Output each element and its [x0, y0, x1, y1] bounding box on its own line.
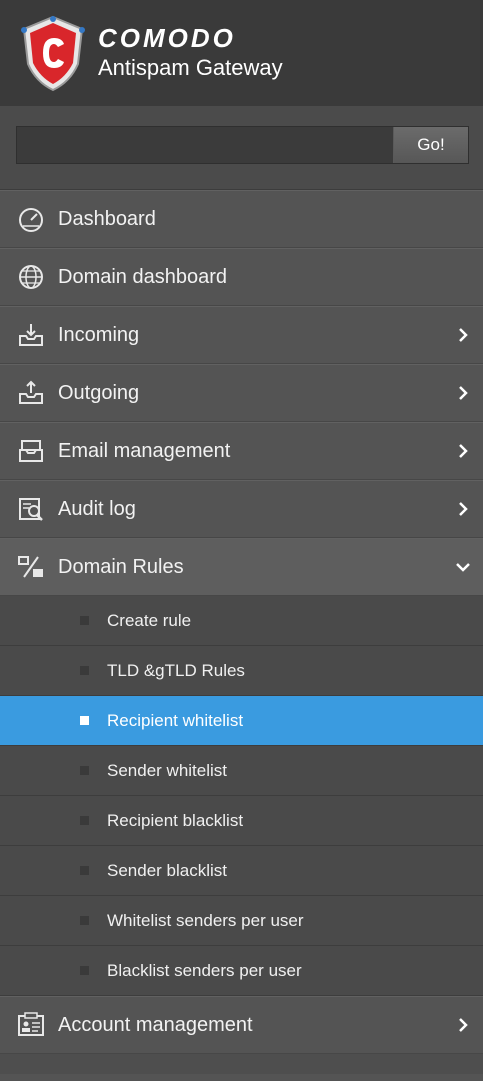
- bullet-icon: [80, 766, 89, 775]
- submenu-label: Create rule: [107, 610, 192, 630]
- menu-label: Domain Rules: [58, 555, 184, 578]
- chevron-right-icon: [459, 502, 468, 516]
- submenu-item-sender-whitelist[interactable]: Sender whitelist: [0, 746, 483, 796]
- submenu-item-recipient-blacklist[interactable]: Recipient blacklist: [0, 796, 483, 846]
- id-card-icon: [14, 1011, 48, 1039]
- bullet-icon: [80, 966, 89, 975]
- submenu-label: Recipient whitelist: [107, 710, 244, 730]
- submenu-label: TLD &gTLD Rules: [107, 660, 245, 680]
- email-tray-icon: [14, 437, 48, 465]
- search-row: Go!: [16, 126, 469, 164]
- menu-label: Email management: [58, 439, 231, 462]
- bullet-icon: [80, 716, 89, 725]
- sidebar-bottom: [0, 1054, 483, 1074]
- menu-item-email-management[interactable]: Email management: [0, 422, 483, 480]
- chevron-right-icon: [459, 328, 468, 342]
- percent-rules-icon: [14, 553, 48, 581]
- comodo-logo-icon: [21, 15, 85, 92]
- submenu-label: Sender whitelist: [107, 760, 228, 780]
- menu-label: Domain dashboard: [58, 265, 227, 288]
- submenu-item-whitelist-per-user[interactable]: Whitelist senders per user: [0, 896, 483, 946]
- submenu-label: Whitelist senders per user: [107, 910, 304, 930]
- menu-item-incoming[interactable]: Incoming: [0, 306, 483, 364]
- go-button[interactable]: Go!: [393, 127, 468, 163]
- menu-label: Outgoing: [58, 381, 140, 404]
- submenu-item-sender-blacklist[interactable]: Sender blacklist: [0, 846, 483, 896]
- chevron-right-icon: [459, 444, 468, 458]
- audit-search-icon: [14, 495, 48, 523]
- menu-label: Incoming: [58, 323, 140, 346]
- menu-item-audit-log[interactable]: Audit log: [0, 480, 483, 538]
- inbox-download-icon: [14, 321, 48, 349]
- domain-rules-submenu: Create rule TLD &gTLD Rules Recipient wh…: [0, 596, 483, 996]
- menu-label: Audit log: [58, 497, 136, 520]
- submenu-label: Sender blacklist: [107, 860, 228, 880]
- search-input[interactable]: [17, 127, 393, 163]
- submenu-item-create-rule[interactable]: Create rule: [0, 596, 483, 646]
- menu-item-dashboard[interactable]: Dashboard: [0, 190, 483, 248]
- menu-item-domain-dashboard[interactable]: Domain dashboard: [0, 248, 483, 306]
- app-header: COMODO Antispam Gateway: [0, 0, 483, 106]
- submenu-item-blacklist-per-user[interactable]: Blacklist senders per user: [0, 946, 483, 996]
- chevron-right-icon: [459, 386, 468, 400]
- menu-item-domain-rules[interactable]: Domain Rules: [0, 538, 483, 596]
- brand-name: COMODO: [98, 23, 236, 53]
- bullet-icon: [80, 866, 89, 875]
- menu-label: Account management: [58, 1013, 253, 1036]
- search-bar: Go!: [0, 106, 483, 190]
- brand-block: COMODO Antispam Gateway: [98, 23, 283, 83]
- submenu-item-recipient-whitelist[interactable]: Recipient whitelist: [0, 696, 483, 746]
- chevron-right-icon: [459, 1018, 468, 1032]
- menu-item-outgoing[interactable]: Outgoing: [0, 364, 483, 422]
- bullet-icon: [80, 916, 89, 925]
- submenu-label: Recipient blacklist: [107, 810, 244, 830]
- bullet-icon: [80, 816, 89, 825]
- menu-item-account-management[interactable]: Account management: [0, 996, 483, 1054]
- chevron-down-icon: [456, 563, 470, 572]
- product-name: Antispam Gateway: [98, 55, 283, 80]
- bullet-icon: [80, 616, 89, 625]
- submenu-label: Blacklist senders per user: [107, 960, 302, 980]
- submenu-item-tld-rules[interactable]: TLD &gTLD Rules: [0, 646, 483, 696]
- bullet-icon: [80, 666, 89, 675]
- menu-label: Dashboard: [58, 207, 156, 230]
- speedometer-icon: [14, 205, 48, 233]
- sidebar: COMODO Antispam Gateway Go! Dashboard Do…: [0, 0, 483, 1081]
- globe-icon: [14, 263, 48, 291]
- outbox-upload-icon: [14, 379, 48, 407]
